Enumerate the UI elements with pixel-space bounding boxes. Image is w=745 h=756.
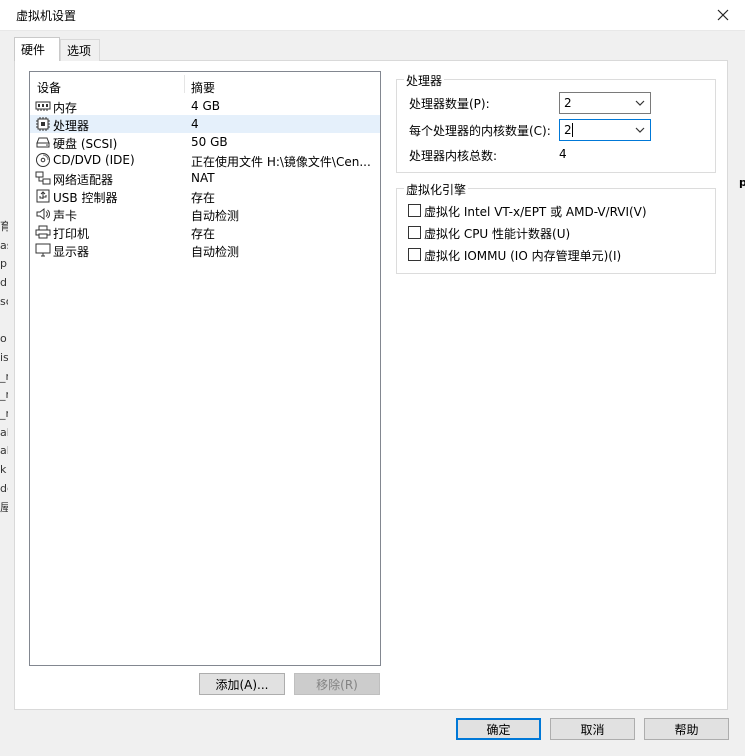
- cores-per-processor-label: 每个处理器的内核数量(C):: [409, 124, 551, 138]
- background-text-fragment: k: [0, 463, 7, 477]
- device-row[interactable]: USB 控制器 存在: [30, 187, 380, 205]
- virtualization-group-title: 虚拟化引擎: [404, 181, 469, 198]
- processor-count-value: 2: [564, 96, 572, 110]
- device-name: 声卡: [53, 209, 78, 223]
- device-summary: 4 GB: [191, 99, 220, 113]
- text-caret: [572, 123, 573, 137]
- device-list[interactable]: 设备 摘要 内存 4 GB 处理器 4 硬盘 (SCSI) 50 GB CD/DVD (ID…: [29, 71, 381, 666]
- background-text-fragment: dc: [0, 481, 8, 495]
- device-name: 网络适配器: [53, 173, 114, 187]
- device-row[interactable]: 处理器 4: [30, 115, 380, 133]
- title-bar: 虚拟机设置: [0, 0, 745, 31]
- checkbox-box[interactable]: [408, 248, 421, 261]
- chevron-down-icon: [635, 100, 645, 106]
- device-name: 内存: [53, 101, 78, 115]
- device-summary: 存在: [191, 191, 216, 205]
- device-row[interactable]: 声卡 自动检测: [30, 205, 380, 223]
- tab-hardware[interactable]: 硬件: [14, 37, 60, 61]
- device-summary: 正在使用文件 H:\镜像文件\Cen...: [191, 155, 371, 169]
- device-name: CD/DVD (IDE): [53, 153, 135, 167]
- device-row[interactable]: 显示器 自动检测: [30, 241, 380, 259]
- device-name: USB 控制器: [53, 191, 118, 205]
- background-window-fragment: 育 as pd sc o is _r _r _ral al k dc 屋: [0, 218, 8, 622]
- ok-button[interactable]: 确定: [456, 718, 541, 740]
- processor-count-label: 处理器数量(P):: [409, 97, 490, 111]
- add-device-button[interactable]: 添加(A)...: [199, 673, 285, 695]
- checkbox-box[interactable]: [408, 226, 421, 239]
- device-summary: 自动检测: [191, 209, 240, 223]
- processor-count-select[interactable]: 2: [559, 92, 651, 114]
- memory-icon: [35, 101, 51, 111]
- background-text-fragment: al: [0, 444, 8, 458]
- window-title: 虚拟机设置: [16, 9, 77, 23]
- background-text-fragment: o: [0, 332, 7, 346]
- total-cores-label: 处理器内核总数:: [409, 149, 498, 163]
- printer-icon: [35, 225, 51, 239]
- tab-options[interactable]: 选项: [60, 39, 100, 61]
- background-text-fragment: is: [0, 350, 8, 364]
- cores-per-processor-value: 2: [564, 123, 572, 137]
- background-text-fragment: sc: [0, 294, 8, 308]
- remove-device-button[interactable]: 移除(R): [294, 673, 380, 695]
- cancel-button[interactable]: 取消: [550, 718, 635, 740]
- column-header-summary[interactable]: 摘要: [191, 79, 215, 96]
- device-summary: NAT: [191, 171, 215, 185]
- background-text-fragment: d: [0, 276, 7, 290]
- sound-card-icon: [36, 208, 50, 220]
- column-divider[interactable]: [184, 75, 185, 93]
- background-text-fragment: _r: [0, 388, 8, 402]
- device-summary: 存在: [191, 227, 216, 241]
- background-text-fragment: al: [0, 425, 8, 439]
- hard-disk-icon: [36, 137, 50, 148]
- device-rows: 内存 4 GB 处理器 4 硬盘 (SCSI) 50 GB CD/DVD (IDE) 正在使用…: [30, 97, 380, 259]
- close-icon: [717, 9, 728, 21]
- checkbox-label[interactable]: 虚拟化 IOMMU (IO 内存管理单元)(I): [424, 247, 621, 264]
- background-text-fragment: p: [0, 257, 7, 271]
- help-button[interactable]: 帮助: [644, 718, 729, 740]
- device-row[interactable]: CD/DVD (IDE) 正在使用文件 H:\镜像文件\Cen...: [30, 151, 380, 169]
- processor-group-title: 处理器: [404, 72, 445, 89]
- device-summary: 自动检测: [191, 245, 240, 259]
- background-text-fragment: _r: [0, 369, 8, 383]
- checkbox-box[interactable]: [408, 204, 421, 217]
- display-icon: [35, 243, 51, 257]
- device-row[interactable]: 打印机 存在: [30, 223, 380, 241]
- device-summary: 50 GB: [191, 135, 228, 149]
- background-text-fragment: _r: [0, 407, 8, 421]
- chevron-down-icon: [635, 127, 645, 133]
- cores-per-processor-select[interactable]: 2: [559, 119, 651, 141]
- total-cores-value: 4: [559, 147, 567, 161]
- processor-icon: [36, 117, 50, 131]
- column-header-device[interactable]: 设备: [37, 79, 61, 96]
- background-text-fragment: [0, 312, 8, 331]
- device-name: 显示器: [53, 245, 90, 259]
- device-row[interactable]: 硬盘 (SCSI) 50 GB: [30, 133, 380, 151]
- device-summary: 4: [191, 117, 199, 131]
- background-window-fragment-right: p1: [739, 176, 745, 189]
- device-name: 硬盘 (SCSI): [53, 137, 118, 151]
- device-name: 处理器: [53, 119, 90, 133]
- usb-icon: [36, 189, 50, 203]
- checkbox-label[interactable]: 虚拟化 Intel VT-x/EPT 或 AMD-V/RVI(V): [424, 203, 647, 220]
- close-button[interactable]: [700, 0, 745, 30]
- checkbox-label[interactable]: 虚拟化 CPU 性能计数器(U): [424, 225, 570, 242]
- network-adapter-icon: [35, 171, 51, 185]
- device-name: 打印机: [53, 227, 90, 241]
- device-row[interactable]: 内存 4 GB: [30, 97, 380, 115]
- device-row[interactable]: 网络适配器 NAT: [30, 169, 380, 187]
- background-text-fragment: 育: [0, 220, 8, 233]
- background-text-fragment: 屋: [0, 500, 8, 514]
- device-list-header: 设备 摘要: [30, 72, 380, 95]
- cd-dvd-icon: [36, 153, 50, 167]
- background-text-fragment: as: [0, 238, 8, 252]
